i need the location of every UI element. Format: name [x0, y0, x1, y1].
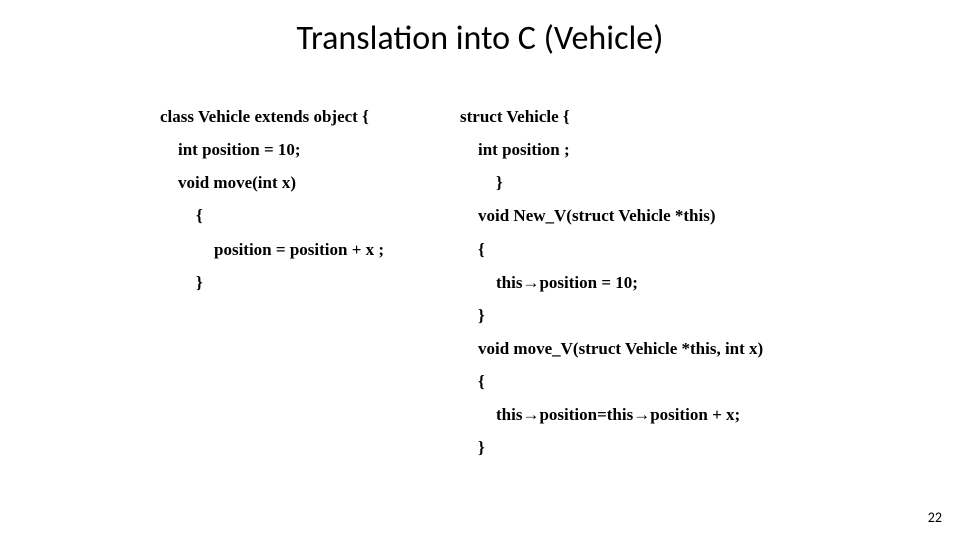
code-line: {: [460, 365, 820, 398]
code-line: int position ;: [460, 133, 820, 166]
code-line: }: [460, 166, 820, 199]
slide-title: Translation into C (Vehicle): [0, 18, 960, 59]
code-line: position = position + x ;: [160, 233, 440, 266]
code-line: class Vehicle extends object {: [160, 100, 440, 133]
code-line: struct Vehicle {: [460, 100, 820, 133]
code-line: void move_V(struct Vehicle *this, int x): [460, 332, 820, 365]
code-line: }: [460, 299, 820, 332]
code-column-java: class Vehicle extends object { int posit…: [160, 100, 440, 299]
code-line: {: [160, 199, 440, 232]
code-column-c: struct Vehicle { int position ; } void N…: [460, 100, 820, 465]
page-number: 22: [928, 509, 942, 526]
slide: Translation into C (Vehicle) class Vehic…: [0, 0, 960, 540]
code-line: {: [460, 233, 820, 266]
code-line: }: [160, 266, 440, 299]
code-line: this→position = 10;: [460, 266, 820, 299]
code-line: int position = 10;: [160, 133, 440, 166]
code-line: }: [460, 431, 820, 464]
code-line: this→position=this→position + x;: [460, 398, 820, 431]
code-line: void New_V(struct Vehicle *this): [460, 199, 820, 232]
code-line: void move(int x): [160, 166, 440, 199]
